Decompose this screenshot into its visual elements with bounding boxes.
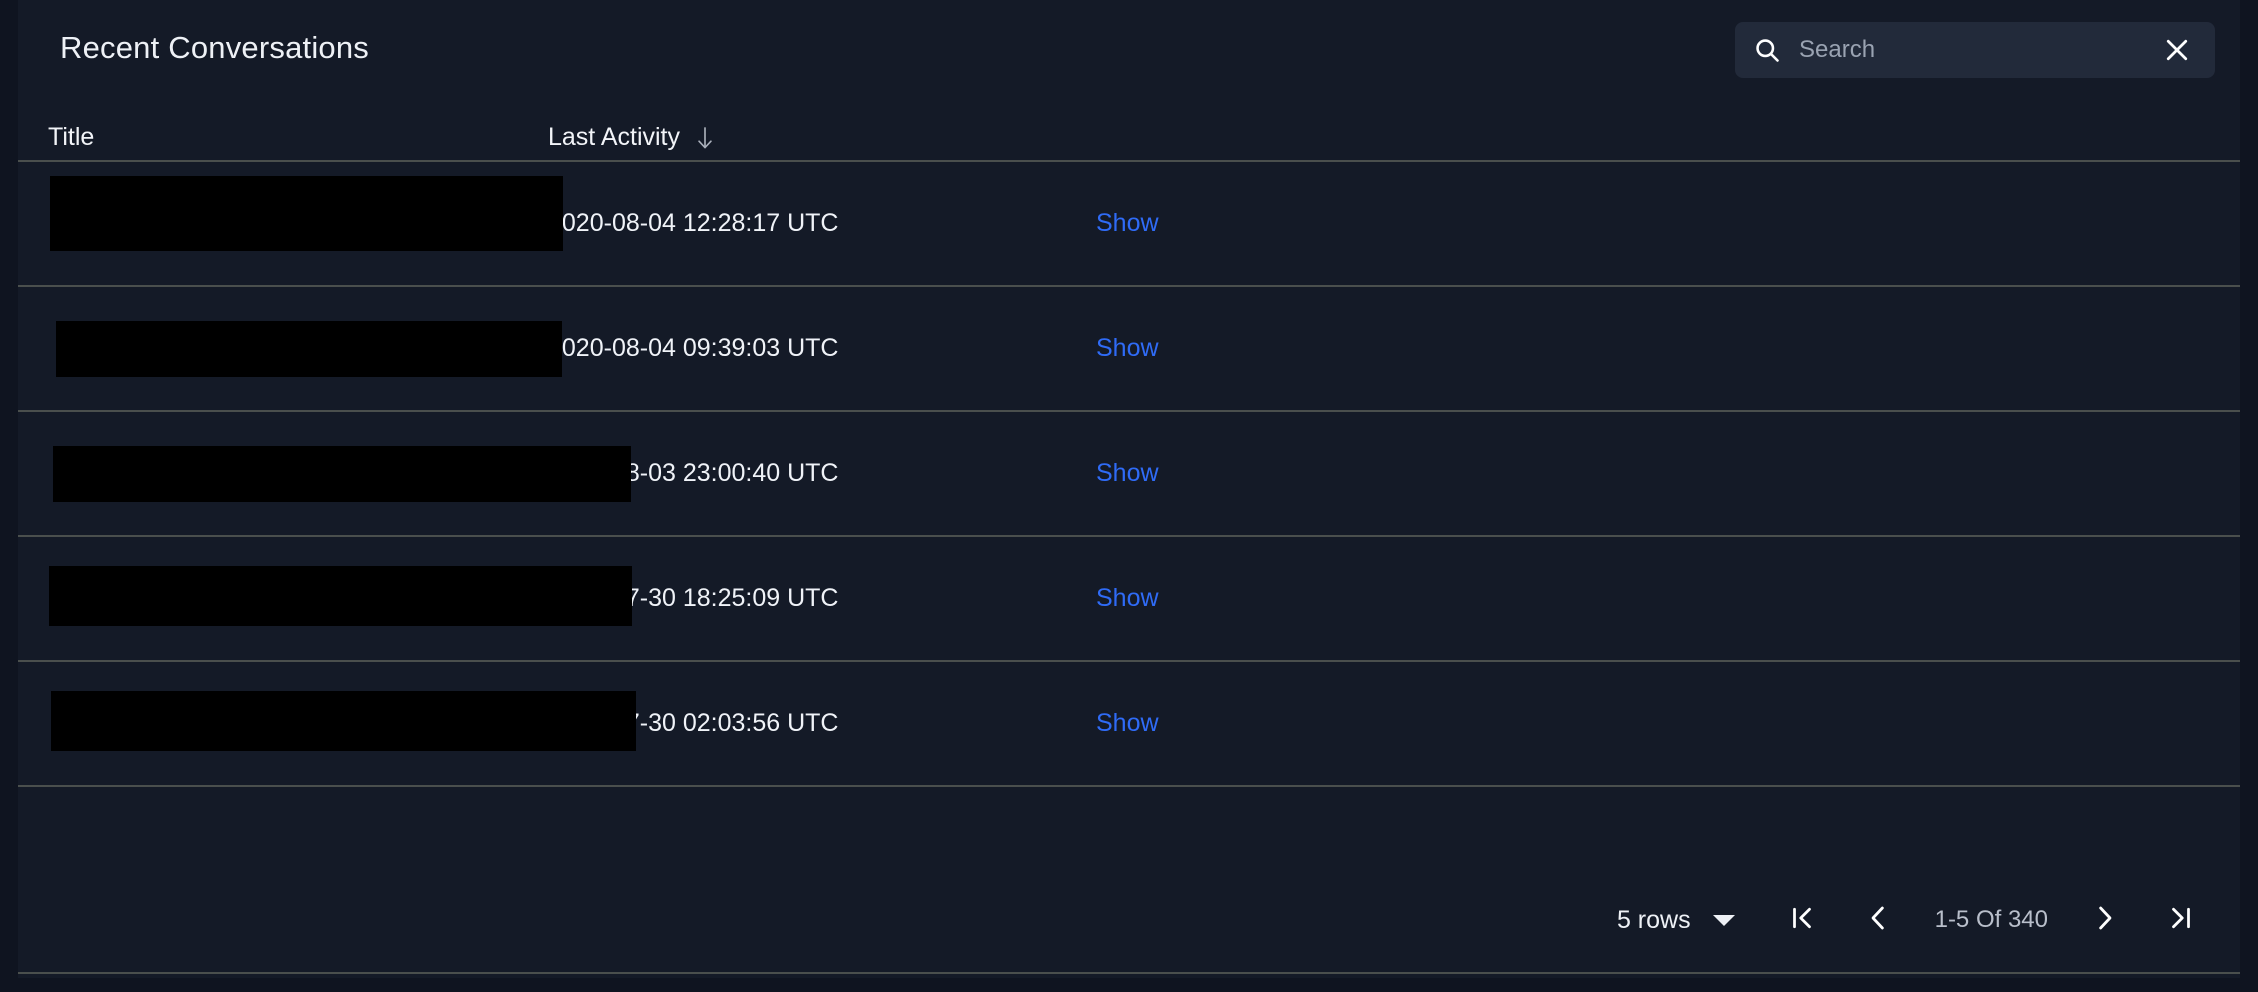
column-header-last-activity[interactable]: Last Activity [548, 123, 1080, 152]
cell-last-activity: 2020-08-04 09:39:03 UTC [548, 334, 839, 362]
show-link[interactable]: Show [1096, 709, 1159, 737]
cell-title [18, 565, 632, 629]
redacted-title [53, 445, 631, 502]
table-header-row: Title Last Activity [18, 110, 2240, 162]
cell-title [18, 445, 631, 502]
first-page-icon [1787, 903, 1817, 938]
chevron-right-icon [2090, 903, 2120, 938]
conversations-table: Title Last Activity 2020-08-04 12:28:17 … [18, 110, 2240, 787]
pagination-range: 1-5 Of 340 [1934, 906, 2048, 933]
column-header-last-activity-label: Last Activity [548, 123, 680, 151]
close-icon[interactable] [2157, 30, 2197, 70]
panel-toolbar: Recent Conversations [18, 0, 2240, 110]
first-page-button[interactable] [1771, 889, 1833, 951]
search-box[interactable] [1735, 22, 2215, 78]
rows-per-page-select[interactable]: 5 rows [1617, 906, 1735, 935]
chevron-left-icon [1863, 903, 1893, 938]
conversations-card: Recent Conversations Search Title Last A… [18, 0, 2240, 978]
table-row[interactable]: 2020-07-30 18:25:09 UTC Show [18, 537, 2240, 662]
cell-title [18, 176, 563, 261]
last-page-icon [2166, 903, 2196, 938]
cell-title [18, 320, 562, 377]
cell-action: Show [1080, 334, 2240, 363]
column-header-title[interactable]: Title [18, 123, 548, 152]
table-row[interactable]: 2020-07-30 02:03:56 UTC Show [18, 662, 2240, 787]
table-row[interactable]: 2020-08-04 09:39:03 UTC Show [18, 287, 2240, 412]
redacted-title [49, 565, 632, 626]
cell-action: Show [1080, 709, 2240, 738]
table-pagination: 5 rows 1-5 Of 340 [18, 868, 2240, 974]
rows-per-page-label: 5 rows [1616, 905, 1691, 934]
redacted-title [56, 320, 562, 377]
table-row[interactable]: 2020-08-03 23:00:40 UTC Show [18, 412, 2240, 537]
search-input[interactable] [1781, 22, 2157, 78]
previous-page-button[interactable] [1847, 889, 1909, 951]
show-link[interactable]: Show [1096, 459, 1159, 487]
cell-title [18, 690, 636, 754]
conversations-panel: Recent Conversations Search Title Last A… [0, 0, 2258, 992]
next-page-button[interactable] [2074, 889, 2136, 951]
show-link[interactable]: Show [1096, 209, 1159, 237]
show-link[interactable]: Show [1096, 334, 1159, 362]
cell-action: Show [1080, 209, 2240, 238]
page-title: Recent Conversations [60, 30, 369, 65]
show-link[interactable]: Show [1096, 584, 1159, 612]
redacted-title [51, 690, 636, 751]
arrow-down-icon [694, 125, 716, 151]
cell-action: Show [1080, 584, 2240, 613]
table-row[interactable]: 2020-08-04 12:28:17 UTC Show [18, 162, 2240, 287]
chevron-down-icon [1712, 914, 1735, 926]
cell-last-activity: 2020-08-04 12:28:17 UTC [548, 209, 839, 237]
last-page-button[interactable] [2150, 889, 2212, 951]
redacted-title [50, 176, 563, 251]
search-icon [1753, 36, 1781, 64]
cell-action: Show [1080, 459, 2240, 488]
